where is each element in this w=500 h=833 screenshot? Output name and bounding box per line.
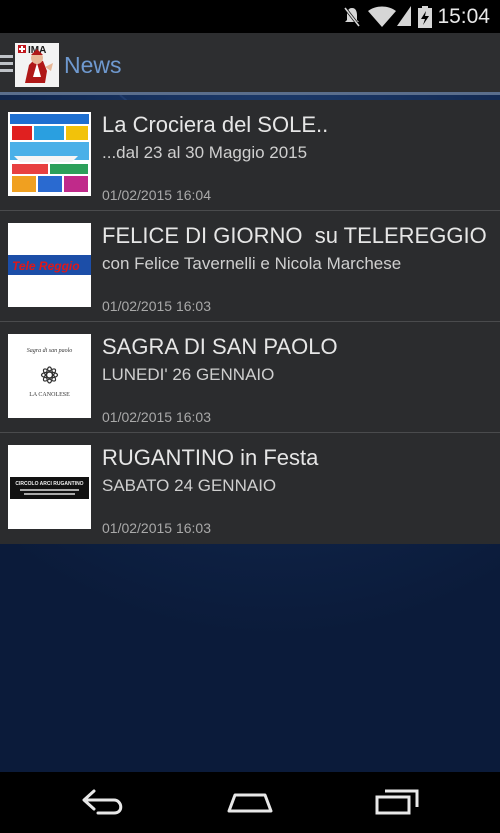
news-item[interactable]: CIRCOLO ARCI RUGANTINO RUGANTINO in Fest… — [0, 433, 500, 544]
svg-text:Sagra di san paolo: Sagra di san paolo — [27, 348, 73, 354]
action-bar: IMA News — [0, 33, 500, 95]
news-item[interactable]: Tele Reggio FELICE DI GIORNO su TELEREGG… — [0, 211, 500, 322]
recent-apps-icon[interactable] — [373, 787, 421, 817]
sagra-flyer-image: Sagra di san paolo LA CANOLESE — [8, 334, 91, 418]
clock: 15:04 — [437, 5, 490, 28]
svg-text:CIRCOLO ARCI RUGANTINO: CIRCOLO ARCI RUGANTINO — [15, 481, 83, 487]
news-title: FELICE DI GIORNO su TELEREGGIO — [102, 223, 487, 248]
news-subtitle: ...dal 23 al 30 Maggio 2015 — [102, 143, 308, 162]
news-date: 01/02/2015 16:03 — [102, 409, 211, 425]
mute-icon — [343, 7, 361, 27]
cruise-flyer-image — [8, 112, 91, 196]
page-title: News — [64, 52, 122, 78]
news-date: 01/02/2015 16:04 — [102, 187, 211, 203]
news-thumbnail: Sagra di san paolo LA CANOLESE — [8, 334, 91, 418]
news-title: La Crociera del SOLE.. — [102, 112, 329, 137]
svg-text:Tele Reggio: Tele Reggio — [12, 259, 80, 273]
news-title: SAGRA DI SAN PAOLO — [102, 334, 338, 359]
wifi-icon — [368, 6, 396, 27]
news-item[interactable]: La Crociera del SOLE.. ...dal 23 al 30 M… — [0, 100, 500, 211]
news-subtitle: LUNEDI' 26 GENNAIO — [102, 365, 275, 384]
home-icon[interactable] — [225, 787, 275, 817]
app-logo[interactable]: IMA — [15, 43, 59, 87]
news-item[interactable]: Sagra di san paolo LA CANOLESE SAGRA DI … — [0, 322, 500, 433]
svg-text:LA CANOLESE: LA CANOLESE — [29, 392, 70, 398]
navigation-bar — [0, 772, 500, 833]
telereggio-logo-image: Tele Reggio — [8, 223, 91, 307]
app-logo-image: IMA — [15, 43, 59, 87]
news-date: 01/02/2015 16:03 — [102, 298, 211, 314]
back-icon[interactable] — [80, 787, 128, 817]
news-list: La Crociera del SOLE.. ...dal 23 al 30 M… — [0, 100, 500, 544]
rugantino-flyer-image: CIRCOLO ARCI RUGANTINO — [8, 445, 91, 529]
signal-icon — [397, 6, 411, 26]
news-thumbnail: CIRCOLO ARCI RUGANTINO — [8, 445, 91, 529]
status-bar: 15:04 — [0, 0, 500, 33]
news-subtitle: SABATO 24 GENNAIO — [102, 476, 277, 495]
news-thumbnail: Tele Reggio — [8, 223, 91, 307]
news-subtitle: con Felice Tavernelli e Nicola Marchese — [102, 254, 402, 273]
news-thumbnail — [8, 112, 91, 196]
battery-charging-icon — [418, 6, 432, 28]
news-date: 01/02/2015 16:03 — [102, 520, 211, 536]
news-title: RUGANTINO in Festa — [102, 445, 319, 470]
menu-icon[interactable] — [0, 55, 13, 75]
